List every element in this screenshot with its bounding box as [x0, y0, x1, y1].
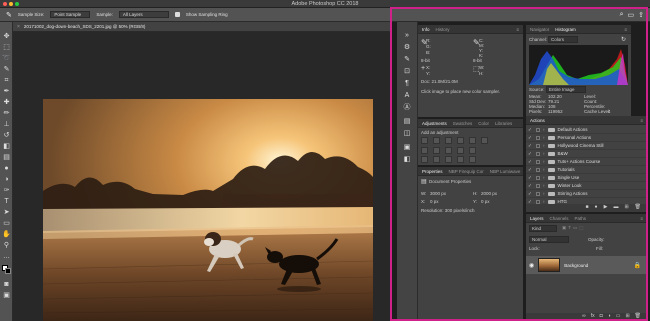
show-sampling-ring-label: Show Sampling Ring [185, 12, 228, 17]
more-tools-icon[interactable]: … [2, 252, 11, 261]
document-tab-title: 20171002_dog-down-beach_SDS_2201.jpg @ 5… [23, 24, 146, 29]
sample-size-select[interactable]: Point Sample [50, 11, 91, 18]
tools-panel: ✥ ⬚ ➰ ✎ ⌗ ✒ ✚ ✏ ⊥ ↺ ◧ ▤ ● ◑ ✑ T ➤ ▭ ✋ ⚲ … [0, 22, 13, 321]
hand-tool-icon[interactable]: ✋ [2, 230, 11, 239]
pen-tool-icon[interactable]: ✑ [2, 186, 11, 195]
show-sampling-ring-checkbox[interactable] [174, 12, 180, 17]
eraser-tool-icon[interactable]: ◧ [2, 142, 11, 151]
eyedropper-icon[interactable]: ✎ [6, 11, 12, 19]
dodge-tool-icon[interactable]: ◑ [2, 175, 11, 184]
highlight-frame [390, 7, 648, 321]
marquee-tool-icon[interactable]: ⬚ [2, 43, 11, 52]
blur-tool-icon[interactable]: ● [2, 164, 11, 173]
stamp-tool-icon[interactable]: ⊥ [2, 120, 11, 129]
path-select-tool-icon[interactable]: ➤ [2, 208, 11, 217]
type-tool-icon[interactable]: T [2, 197, 11, 206]
brush-tool-icon[interactable]: ✏ [2, 109, 11, 118]
history-brush-tool-icon[interactable]: ↺ [2, 131, 11, 140]
sample-size-label: Sample Size: [17, 12, 45, 17]
document-tab[interactable]: × 20171002_dog-down-beach_SDS_2201.jpg @… [13, 22, 390, 32]
close-tab-icon[interactable]: × [17, 24, 20, 30]
healing-tool-icon[interactable]: ✚ [2, 98, 11, 107]
sample-select[interactable]: All Layers [118, 11, 169, 18]
crop-tool-icon[interactable]: ⌗ [2, 76, 11, 85]
screen-mode-icon[interactable]: ▣ [2, 291, 11, 300]
quick-select-tool-icon[interactable]: ✎ [2, 65, 11, 74]
zoom-tool-icon[interactable]: ⚲ [2, 241, 11, 250]
document-image[interactable] [43, 99, 373, 321]
move-tool-icon[interactable]: ✥ [2, 32, 11, 41]
lasso-tool-icon[interactable]: ➰ [2, 54, 11, 63]
quick-mask-icon[interactable]: ◙ [2, 280, 11, 289]
color-swatches-icon[interactable] [2, 265, 11, 274]
eyedropper-tool-icon[interactable]: ✒ [2, 87, 11, 96]
sample-label: Sample: [96, 12, 113, 17]
shape-tool-icon[interactable]: ▭ [2, 219, 11, 228]
gradient-tool-icon[interactable]: ▤ [2, 153, 11, 162]
